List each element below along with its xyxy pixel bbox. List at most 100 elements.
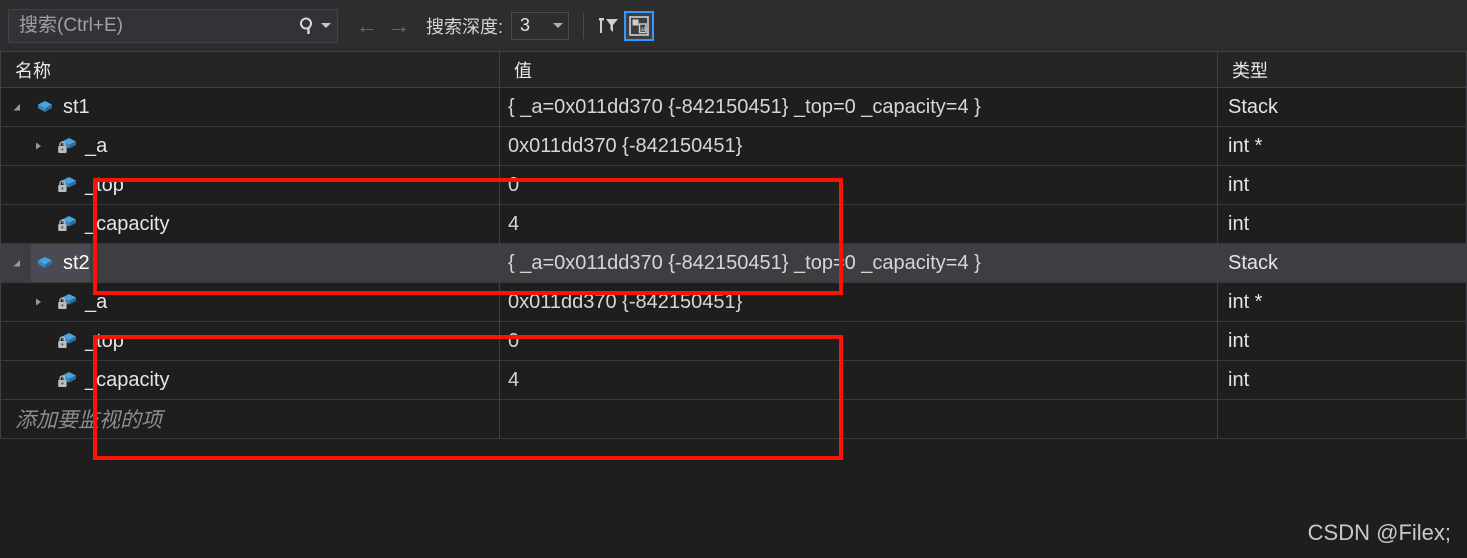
row-name-text: _top — [85, 329, 124, 352]
row-name-text: _a — [85, 290, 108, 313]
watch-toolbar: 搜索(Ctrl+E) ← → 搜索深度: 3 ab — [0, 0, 1467, 52]
row-name-text: st1 — [63, 95, 90, 118]
column-header-type[interactable]: 类型 — [1218, 52, 1467, 87]
add-watch-type-cell — [1218, 400, 1467, 438]
table-row[interactable]: _a 0x011dd370 {-842150451} int * — [0, 127, 1467, 166]
cell-type: int — [1218, 322, 1467, 360]
cell-value[interactable]: 4 — [500, 205, 1218, 243]
cell-name[interactable]: st1 — [0, 88, 500, 126]
column-header-name[interactable]: 名称 — [0, 52, 500, 87]
expander-toggle[interactable] — [1, 101, 31, 113]
name-label-group: _top — [53, 166, 124, 204]
cell-value[interactable]: { _a=0x011dd370 {-842150451} _top=0 _cap… — [500, 244, 1218, 282]
object-cube-icon — [38, 257, 52, 268]
expander-collapsed-icon[interactable] — [32, 296, 44, 308]
expander-toggle[interactable] — [1, 257, 31, 269]
row-name-text: st2 — [63, 251, 90, 274]
cell-name[interactable]: _top — [0, 166, 500, 204]
expander-expanded-icon[interactable] — [10, 101, 22, 113]
name-label-group: _capacity — [53, 205, 170, 243]
expander-expanded-icon[interactable] — [10, 257, 22, 269]
row-name-text: _capacity — [85, 368, 170, 391]
private-field-icon — [58, 294, 76, 309]
add-watch-value-cell — [500, 400, 1218, 438]
name-cell-content: _capacity — [1, 205, 499, 243]
cell-value[interactable]: 0x011dd370 {-842150451} — [500, 283, 1218, 321]
cell-value[interactable]: 0 — [500, 166, 1218, 204]
watermark: CSDN @Filex; — [1307, 520, 1451, 545]
search-depth-label: 搜索深度: — [426, 16, 504, 37]
cell-name[interactable]: st2 — [0, 244, 500, 282]
add-watch-row[interactable]: 添加要监视的项 — [0, 400, 1467, 439]
row-name-text: _a — [85, 134, 108, 157]
column-header-value[interactable]: 值 — [500, 52, 1218, 87]
table-row[interactable]: st2 { _a=0x011dd370 {-842150451} _top=0 _… — [0, 244, 1467, 283]
pin-filter-button[interactable] — [594, 11, 624, 41]
expander-collapsed-icon[interactable] — [32, 140, 44, 152]
chevron-down-icon[interactable] — [553, 23, 564, 28]
cell-name[interactable]: _capacity — [0, 361, 500, 399]
row-name-text: _top — [85, 173, 124, 196]
watch-grid: 名称 值 类型 st1 { _a=0x011dd370 {-842150451} … — [0, 52, 1467, 558]
private-field-icon — [53, 370, 81, 390]
grid-body: st1 { _a=0x011dd370 {-842150451} _top=0 _… — [0, 88, 1467, 439]
name-label-group: _top — [53, 322, 124, 360]
private-field-icon — [53, 136, 81, 156]
cell-type: Stack — [1218, 244, 1467, 282]
add-watch-input[interactable]: 添加要监视的项 — [0, 400, 500, 438]
toolbar-divider — [583, 12, 585, 39]
cell-name[interactable]: _capacity — [0, 205, 500, 243]
private-field-icon — [58, 333, 76, 348]
pin-filter-icon — [599, 17, 619, 33]
name-cell-content: _capacity — [1, 361, 499, 399]
hex-display-icon: ab — [629, 15, 649, 36]
cell-value[interactable]: { _a=0x011dd370 {-842150451} _top=0 _cap… — [500, 88, 1218, 126]
svg-text:ab: ab — [640, 27, 647, 33]
search-dropdown-icon[interactable] — [321, 23, 331, 28]
private-field-icon — [58, 216, 76, 231]
name-cell-content: st2 — [1, 244, 499, 282]
table-row[interactable]: _capacity 4 int — [0, 361, 1467, 400]
grid-header-row: 名称 值 类型 — [0, 52, 1467, 88]
search-forward-icon[interactable]: → — [386, 13, 412, 39]
object-cube-icon — [38, 101, 52, 112]
cell-type: int — [1218, 166, 1467, 204]
cell-value[interactable]: 0 — [500, 322, 1218, 360]
object-cube-icon — [31, 97, 59, 117]
add-watch-placeholder: 添加要监视的项 — [15, 409, 162, 432]
search-depth-select[interactable]: 3 — [511, 11, 570, 40]
search-back-icon[interactable]: ← — [354, 13, 380, 39]
search-input[interactable]: 搜索(Ctrl+E) — [8, 8, 338, 43]
expander-toggle[interactable] — [23, 296, 53, 308]
cell-value[interactable]: 0x011dd370 {-842150451} — [500, 127, 1218, 165]
search-icon-group[interactable] — [298, 16, 333, 36]
name-cell-content: st1 — [1, 88, 499, 126]
expander-toggle[interactable] — [23, 140, 53, 152]
table-row[interactable]: _capacity 4 int — [0, 205, 1467, 244]
search-placeholder-text: 搜索(Ctrl+E) — [19, 15, 123, 36]
name-label-group: _a — [53, 127, 107, 165]
hex-display-button[interactable]: ab — [624, 10, 655, 41]
name-cell-content: _a — [1, 283, 499, 321]
name-label-group: st2 — [31, 244, 90, 282]
cell-type: int — [1218, 205, 1467, 243]
name-label-group: _a — [53, 283, 107, 321]
name-cell-content: _top — [1, 166, 499, 204]
table-row[interactable]: st1 { _a=0x011dd370 {-842150451} _top=0 _… — [0, 88, 1467, 127]
cell-name[interactable]: _a — [0, 283, 500, 321]
search-icon[interactable] — [298, 16, 318, 36]
cell-value[interactable]: 4 — [500, 361, 1218, 399]
private-field-icon — [53, 214, 81, 234]
row-name-text: _capacity — [85, 212, 170, 235]
table-row[interactable]: _top 0 int — [0, 322, 1467, 361]
cell-name[interactable]: _top — [0, 322, 500, 360]
private-field-icon — [53, 175, 81, 195]
cell-name[interactable]: _a — [0, 127, 500, 165]
cell-type: int * — [1218, 127, 1467, 165]
name-label-group: st1 — [31, 88, 90, 126]
private-field-icon — [58, 138, 76, 153]
table-row[interactable]: _top 0 int — [0, 166, 1467, 205]
name-cell-content: _top — [1, 322, 499, 360]
private-field-icon — [58, 177, 76, 192]
table-row[interactable]: _a 0x011dd370 {-842150451} int * — [0, 283, 1467, 322]
